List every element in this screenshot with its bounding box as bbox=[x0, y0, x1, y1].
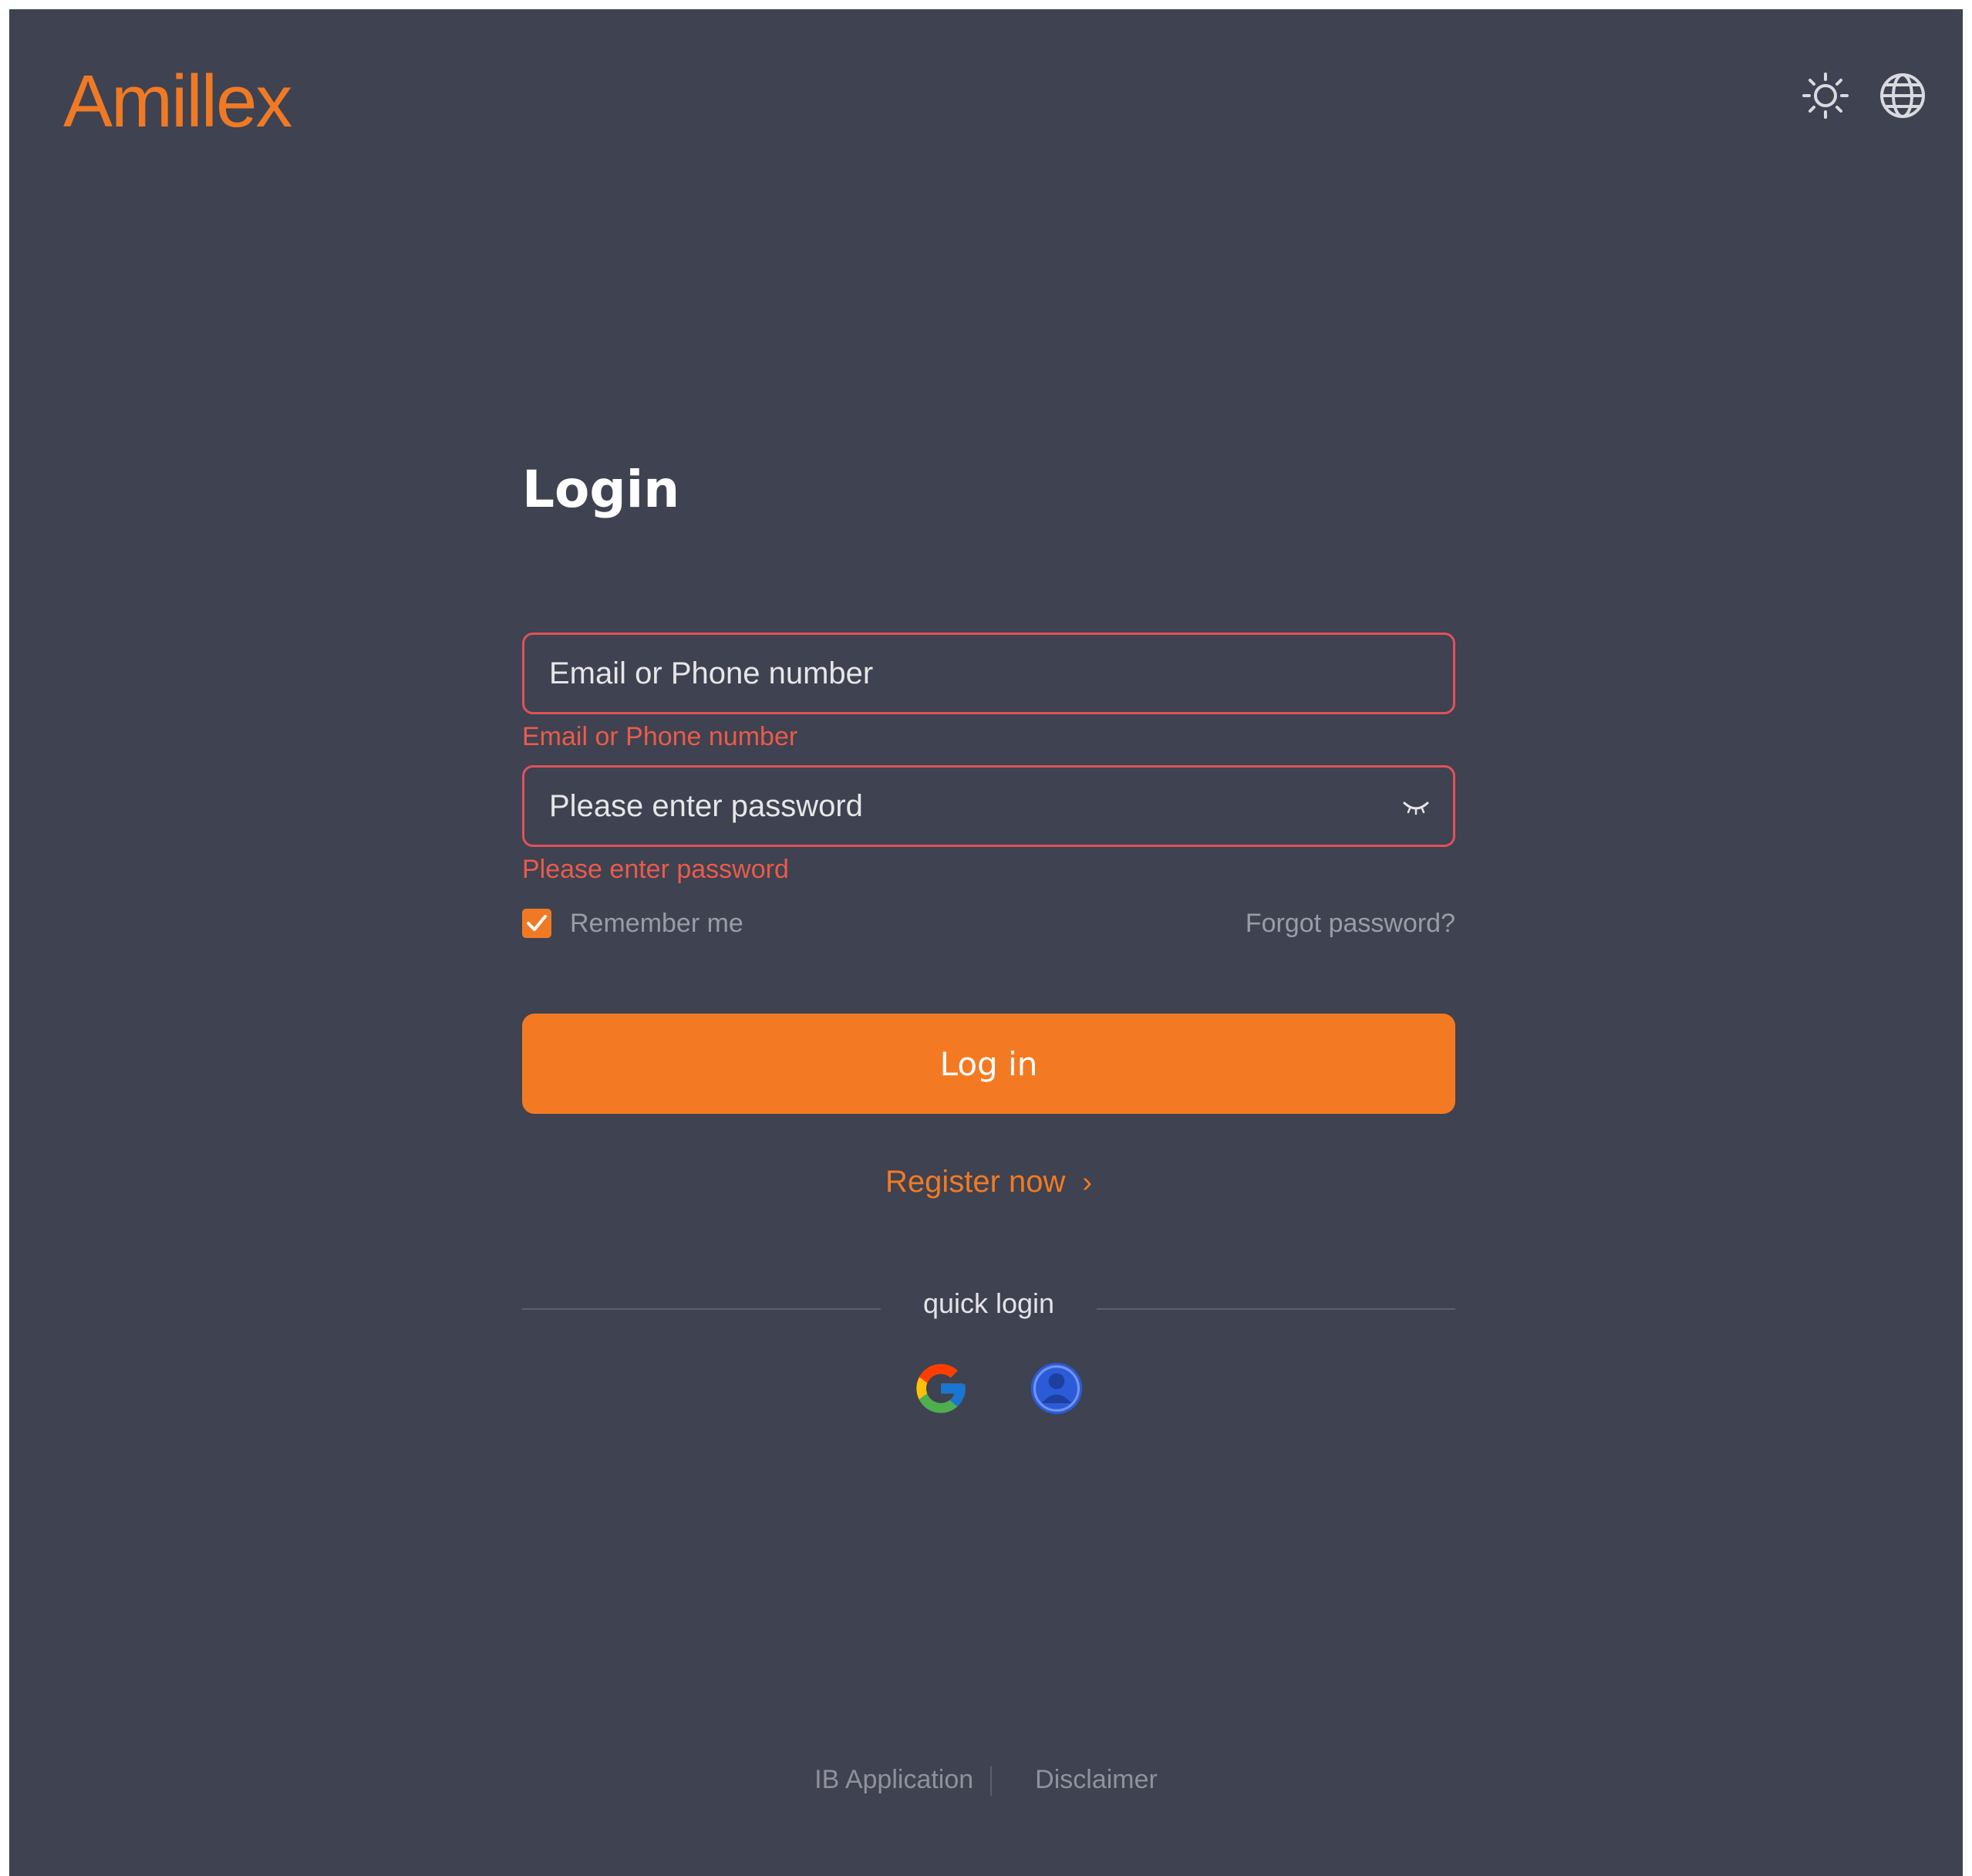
register-link[interactable]: Register now › bbox=[522, 1166, 1455, 1197]
email-field-wrapper bbox=[522, 633, 1455, 714]
quick-login-label: quick login bbox=[922, 1287, 1055, 1319]
globe-icon[interactable] bbox=[1878, 71, 1927, 120]
brand-logo[interactable]: Amillex bbox=[63, 65, 292, 139]
quick-login-divider: quick login bbox=[522, 1290, 1455, 1324]
google-icon bbox=[916, 1364, 966, 1413]
sun-icon[interactable] bbox=[1801, 71, 1850, 120]
email-error: Email or Phone number bbox=[522, 722, 798, 751]
password-field-wrapper bbox=[522, 765, 1455, 847]
header-actions bbox=[1801, 71, 1927, 120]
login-screen: Amillex Login Email or Phone number Emai… bbox=[9, 9, 1963, 1876]
remember-me-label[interactable]: Remember me bbox=[570, 910, 743, 936]
password-input[interactable] bbox=[524, 768, 1453, 845]
user-account-icon bbox=[1030, 1362, 1083, 1415]
remember-me-checkbox[interactable] bbox=[522, 909, 551, 938]
forgot-password-link[interactable]: Forgot password? bbox=[1246, 910, 1455, 936]
eye-closed-icon[interactable] bbox=[1402, 798, 1430, 817]
register-label: Register now bbox=[885, 1165, 1066, 1199]
check-icon bbox=[527, 915, 547, 931]
login-form: Login Email or Phone number Please enter… bbox=[522, 460, 1455, 1415]
divider-right bbox=[1097, 1308, 1455, 1310]
page-title: Login bbox=[522, 460, 680, 519]
disclaimer-link[interactable]: Disclaimer bbox=[1035, 1765, 1158, 1794]
account-login-button[interactable] bbox=[1027, 1359, 1086, 1418]
footer: IB Application Disclaimer bbox=[9, 1765, 1963, 1797]
login-button[interactable]: Log in bbox=[522, 1014, 1455, 1114]
password-error: Please enter password bbox=[522, 855, 789, 884]
ib-application-link[interactable]: IB Application bbox=[814, 1765, 973, 1794]
email-input[interactable] bbox=[524, 635, 1453, 712]
google-login-button[interactable] bbox=[912, 1359, 970, 1418]
remember-row: Remember me Forgot password? bbox=[522, 907, 1455, 941]
footer-separator bbox=[990, 1766, 993, 1797]
chevron-right-icon: › bbox=[1082, 1166, 1093, 1199]
